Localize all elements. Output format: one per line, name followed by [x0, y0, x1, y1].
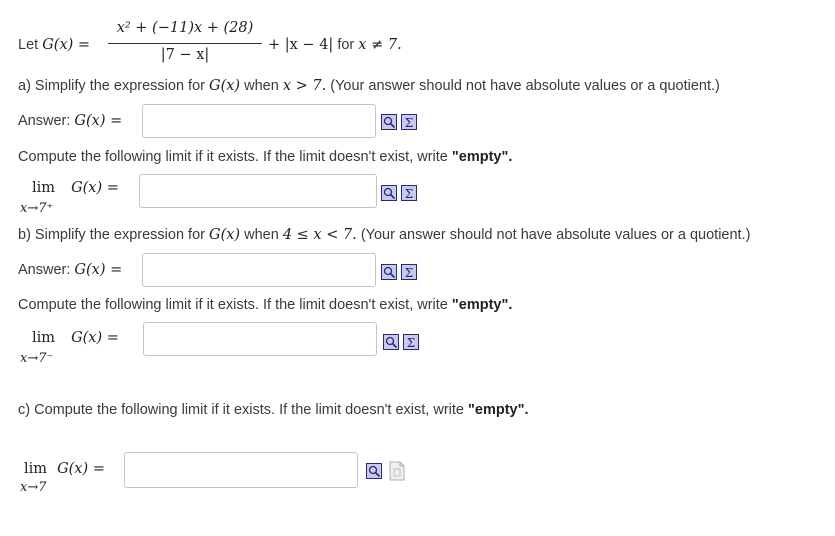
document-icon[interactable]	[388, 461, 406, 481]
svg-text:Σ: Σ	[407, 336, 415, 350]
part-c-text: c) Compute the following limit if it exi…	[18, 402, 469, 418]
for-label: for	[337, 37, 355, 53]
let-label: Let	[18, 37, 39, 53]
answer-label: Answer:	[18, 113, 71, 129]
limit-b-subscript: x→7⁻	[20, 351, 54, 366]
instruction-emph: "empty".	[451, 297, 513, 313]
lim-operator: lim	[32, 180, 56, 196]
function-lhs: G(x) =	[42, 37, 91, 53]
fraction-bar	[108, 43, 262, 44]
answer-expr: G(x) =	[74, 113, 123, 129]
limit-c-input[interactable]	[124, 452, 358, 488]
equation-editor-icon[interactable]: Σ	[401, 114, 417, 130]
limit-c-expression: lim G(x) =	[24, 461, 105, 477]
part-a-prompt: a) Simplify the expression for G(x) when…	[18, 78, 720, 94]
definition-line: Let G(x) =	[18, 37, 90, 53]
limit-b-expression: lim G(x) =	[32, 330, 119, 346]
fraction-denominator: |7 − x|	[160, 47, 210, 63]
limit-b-input[interactable]	[143, 322, 377, 356]
svg-text:Σ: Σ	[405, 116, 413, 130]
limit-function: G(x) =	[71, 180, 119, 196]
part-a-func: G(x)	[209, 78, 241, 94]
svg-text:Σ: Σ	[405, 187, 413, 201]
instruction-text: Compute the following limit if it exists…	[18, 297, 452, 313]
abs-term: + |x − 4|	[268, 37, 334, 53]
part-a-prefix: a) Simplify the expression for	[18, 78, 205, 94]
limit-c-subscript: x→7	[20, 480, 47, 495]
definition-tail: + |x − 4| for x ≠ 7.	[268, 37, 402, 53]
limit-a-subscript: x→7⁺	[20, 201, 54, 216]
preview-icon[interactable]	[383, 334, 399, 350]
domain-condition: x ≠ 7.	[358, 37, 402, 53]
part-c-prompt: c) Compute the following limit if it exi…	[18, 402, 529, 418]
preview-icon[interactable]	[381, 264, 397, 280]
part-a-suffix: (Your answer should not have absolute va…	[330, 78, 720, 94]
limit-instruction-a: Compute the following limit if it exists…	[18, 149, 512, 165]
part-b-prefix: b) Simplify the expression for	[18, 227, 205, 243]
lim-operator: lim	[24, 461, 48, 477]
part-a-condition: x > 7.	[282, 78, 327, 94]
part-b-answer-input[interactable]	[142, 253, 376, 287]
equation-editor-icon[interactable]: Σ	[403, 334, 419, 350]
part-b-func: G(x)	[209, 227, 241, 243]
limit-a-input[interactable]	[139, 174, 377, 208]
limit-instruction-b: Compute the following limit if it exists…	[18, 297, 512, 313]
answer-expr: G(x) =	[74, 262, 123, 278]
part-a-when: when	[244, 78, 279, 94]
instruction-text: Compute the following limit if it exists…	[18, 149, 452, 165]
part-b-condition: 4 ≤ x < 7.	[282, 227, 357, 243]
lim-operator: lim	[32, 330, 56, 346]
part-b-when: when	[244, 227, 279, 243]
part-b-suffix: (Your answer should not have absolute va…	[360, 227, 751, 243]
part-a-answer-row: Answer: G(x) =	[18, 113, 122, 129]
preview-icon[interactable]	[381, 185, 397, 201]
limit-a-expression: lim G(x) =	[32, 180, 119, 196]
preview-icon[interactable]	[366, 463, 382, 479]
part-b-answer-row: Answer: G(x) =	[18, 262, 122, 278]
part-c-emph: "empty".	[468, 402, 529, 418]
limit-function: G(x) =	[57, 461, 105, 477]
part-b-prompt: b) Simplify the expression for G(x) when…	[18, 227, 750, 243]
svg-text:Σ: Σ	[405, 266, 413, 280]
instruction-emph: "empty".	[451, 149, 513, 165]
equation-editor-icon[interactable]: Σ	[401, 264, 417, 280]
limit-function: G(x) =	[71, 330, 119, 346]
answer-label: Answer:	[18, 262, 71, 278]
fraction-numerator: x² + (−11)x + (28)	[116, 20, 254, 36]
preview-icon[interactable]	[381, 114, 397, 130]
equation-editor-icon[interactable]: Σ	[401, 185, 417, 201]
part-a-answer-input[interactable]	[142, 104, 376, 138]
